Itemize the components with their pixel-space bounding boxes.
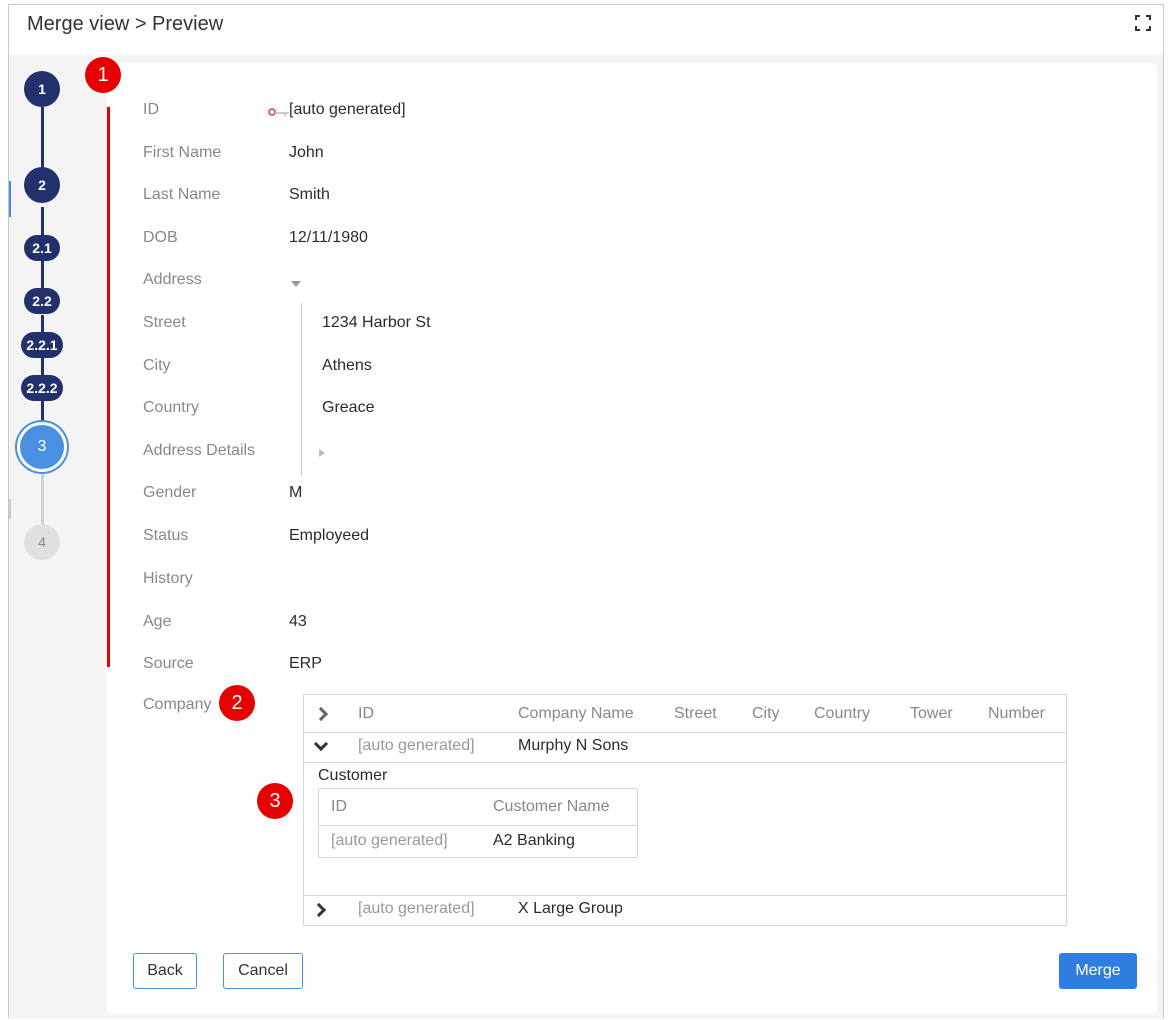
nested-table-title: Customer: [318, 767, 388, 784]
field-label-id: ID: [143, 101, 159, 118]
highlight-bar: [107, 107, 110, 667]
column-header-company-name[interactable]: Company Name: [518, 705, 634, 723]
step-2-2-1[interactable]: 2.2.1: [21, 332, 63, 358]
expand-all-chevron-icon[interactable]: [313, 706, 329, 722]
field-label-gender: Gender: [143, 484, 197, 501]
collapse-row-chevron-icon[interactable]: [313, 736, 329, 752]
field-value-status: Employeed: [289, 527, 370, 544]
column-header-number[interactable]: Number: [988, 705, 1045, 723]
expand-address-details-toggle[interactable]: [319, 449, 325, 457]
column-header-country[interactable]: Country: [814, 705, 870, 723]
field-label-dob: DOB: [143, 229, 178, 246]
customer-table: ID Customer Name [auto generated] A2 Ban…: [318, 788, 638, 858]
company-name-cell: Murphy N Sons: [518, 737, 629, 754]
back-button[interactable]: Back: [133, 953, 197, 989]
fullscreen-icon[interactable]: [1133, 13, 1153, 33]
step-connector: [41, 399, 44, 423]
step-3[interactable]: 3: [20, 425, 64, 469]
company-id-cell: [auto generated]: [358, 737, 475, 754]
customer-id-cell: [auto generated]: [331, 832, 448, 849]
field-label-country: Country: [143, 399, 200, 416]
callout-badge-1: 1: [85, 57, 121, 93]
merge-preview-window: Merge view > Preview 1 2 2.1 2.2 2.2.1 2…: [8, 4, 1164, 1019]
field-label-address: Address: [143, 271, 202, 288]
field-value-first-name: John: [289, 144, 324, 161]
field-value-id: [auto generated]: [289, 101, 406, 118]
column-header-street[interactable]: Street: [674, 705, 717, 723]
column-header-customer-name[interactable]: Customer Name: [493, 798, 609, 816]
column-header-id[interactable]: ID: [358, 705, 374, 723]
page-title: Merge view > Preview: [27, 13, 224, 35]
step-connector: [41, 207, 44, 237]
step-2-2-2[interactable]: 2.2.2: [21, 375, 63, 401]
company-name-cell: X Large Group: [518, 900, 623, 917]
row-divider: [319, 825, 637, 826]
company-table-header: ID Company Name Street City Country Towe…: [304, 695, 1066, 733]
field-value-source: ERP: [289, 655, 322, 672]
field-value-street: 1234 Harbor St: [322, 314, 431, 331]
column-header-customer-id[interactable]: ID: [331, 798, 347, 816]
field-label-first-name: First Name: [143, 144, 222, 161]
step-2[interactable]: 2: [24, 167, 60, 203]
field-label-street: Street: [143, 314, 186, 331]
field-value-last-name: Smith: [289, 186, 330, 203]
field-value-gender: M: [289, 484, 303, 501]
field-value-country: Greace: [322, 399, 375, 416]
title-bar: Merge view > Preview: [9, 5, 1163, 55]
field-label-age: Age: [143, 613, 172, 630]
merge-button[interactable]: Merge: [1059, 953, 1137, 989]
active-section-marker: [9, 181, 11, 217]
field-label-address-details: Address Details: [143, 442, 256, 459]
step-connector: [41, 473, 44, 525]
preview-content: 1 2 3 ID [auto generated] First Name Joh…: [85, 57, 1157, 1013]
column-header-tower[interactable]: Tower: [910, 705, 953, 723]
table-row[interactable]: [auto generated] Murphy N Sons: [304, 733, 1066, 763]
step-2-1[interactable]: 2.1: [24, 235, 60, 261]
step-4[interactable]: 4: [24, 524, 60, 560]
address-group-divider: [301, 303, 302, 475]
step-connector: [41, 260, 44, 288]
expand-row-chevron-icon[interactable]: [311, 902, 327, 918]
step-1[interactable]: 1: [24, 71, 60, 107]
table-row[interactable]: [auto generated] X Large Group: [304, 895, 1066, 925]
section-marker: [9, 499, 11, 519]
field-label-last-name: Last Name: [143, 186, 221, 203]
field-value-dob: 12/11/1980: [289, 229, 368, 246]
collapse-address-toggle[interactable]: [291, 281, 301, 287]
field-label-source: Source: [143, 655, 194, 672]
company-table: ID Company Name Street City Country Towe…: [303, 694, 1067, 926]
key-icon: [268, 108, 289, 116]
callout-badge-3: 3: [257, 783, 293, 819]
field-value-age: 43: [289, 613, 307, 630]
step-2-2[interactable]: 2.2: [24, 288, 60, 314]
field-label-city: City: [143, 357, 171, 374]
field-label-history: History: [143, 570, 193, 587]
customer-name-cell: A2 Banking: [493, 832, 575, 849]
field-label-company: Company: [143, 696, 212, 713]
field-label-status: Status: [143, 527, 189, 544]
column-header-city[interactable]: City: [752, 705, 780, 723]
stepper: 1 2 2.1 2.2 2.2.1 2.2.2 3 4: [9, 55, 107, 1019]
field-value-city: Athens: [322, 357, 372, 374]
company-id-cell: [auto generated]: [358, 900, 475, 917]
callout-badge-2: 2: [219, 685, 255, 721]
cancel-button[interactable]: Cancel: [223, 953, 303, 989]
main-area: 1 2 2.1 2.2 2.2.1 2.2.2 3 4 1 2 3 ID [au…: [9, 55, 1163, 1019]
